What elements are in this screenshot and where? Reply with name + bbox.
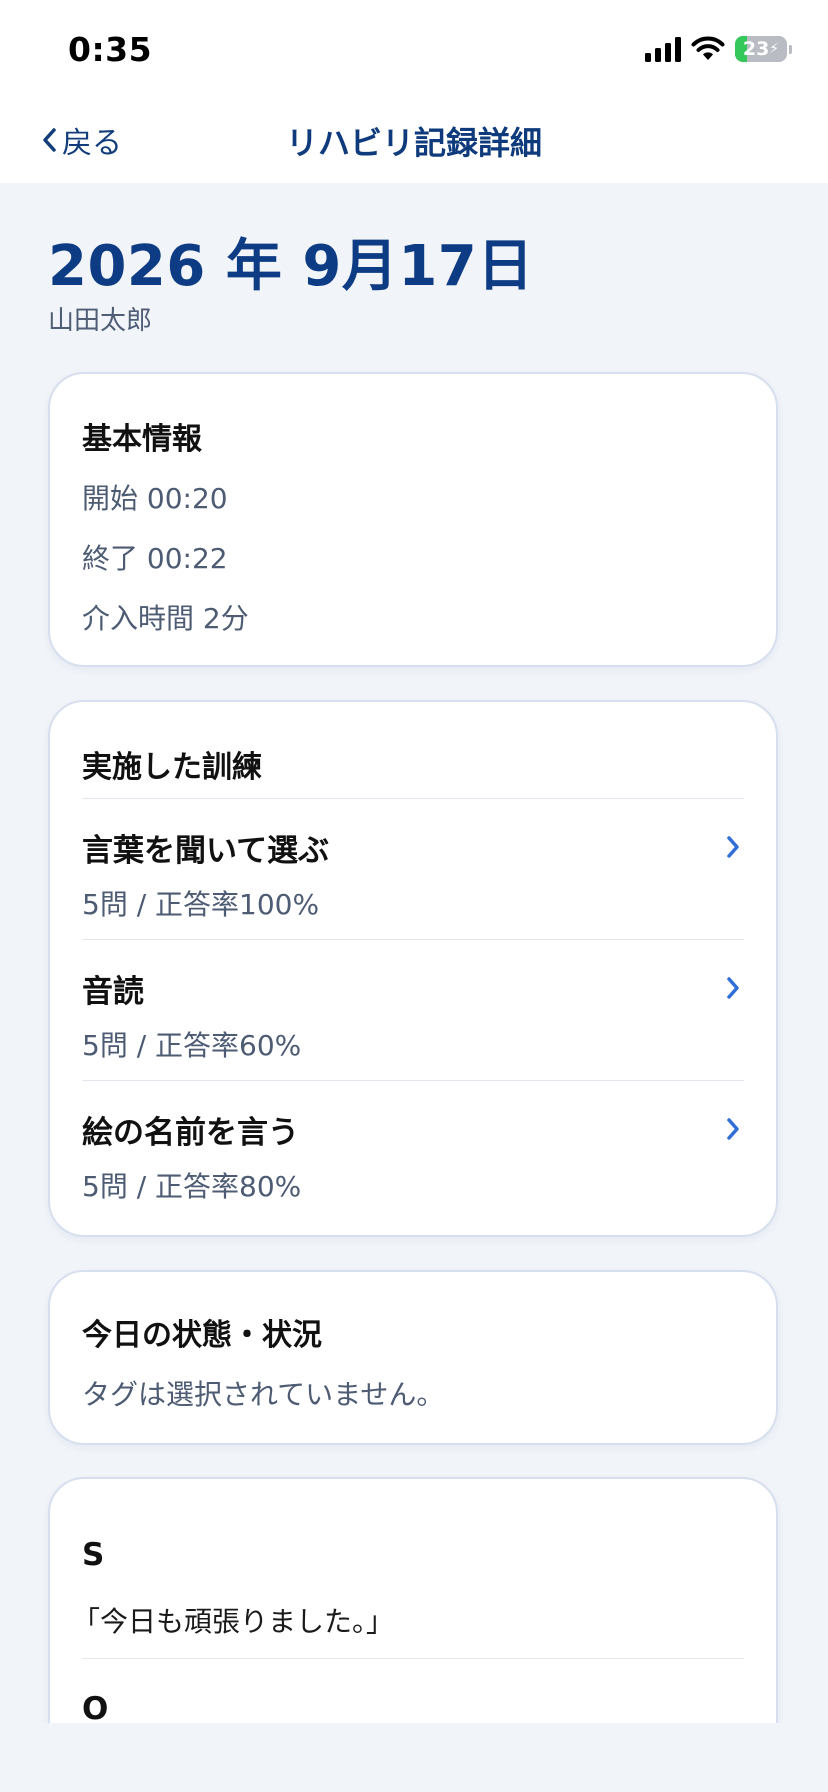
patient-name: 山田太郎: [48, 306, 153, 336]
page-title: リハビリ記録詳細: [285, 124, 542, 162]
training-item-name: 絵の名前を言う: [82, 1115, 299, 1151]
training-item-stat: 5問 / 正答率60%: [82, 1029, 302, 1062]
training-item-stat: 5問 / 正答率100%: [82, 888, 320, 921]
chevron-right-icon: [727, 977, 739, 999]
end-time: 終了 00:22: [82, 542, 228, 575]
top-bar: 0:35 23 ⚡ 戻る リハビリ記録詳細: [0, 0, 828, 183]
soap-card: S 「今日も頑張りました。」 O: [48, 1477, 778, 1723]
soap-divider: [82, 1658, 744, 1659]
soap-s-text: 「今日も頑張りました。」: [72, 1605, 395, 1638]
cellular-signal-icon: [645, 36, 681, 62]
chevron-right-icon: [727, 836, 739, 858]
screen: 0:35 23 ⚡ 戻る リハビリ記録詳細 2026 年 9月17日 山田太郎 …: [0, 0, 828, 1792]
basic-info-title: 基本情報: [82, 422, 202, 457]
basic-info-card: 基本情報 開始 00:20 終了 00:22 介入時間 2分: [48, 372, 778, 667]
training-item-read-aloud[interactable]: 音読 5問 / 正答率60%: [82, 939, 744, 1080]
condition-title: 今日の状態・状況: [82, 1318, 322, 1353]
soap-s-label: S: [82, 1537, 105, 1573]
training-title: 実施した訓練: [82, 750, 262, 785]
chevron-right-icon: [727, 1118, 739, 1140]
intervention-duration: 介入時間 2分: [82, 602, 249, 635]
soap-o-label: O: [82, 1691, 109, 1723]
condition-card: 今日の状態・状況 タグは選択されていません。: [48, 1270, 778, 1445]
scroll-content[interactable]: 2026 年 9月17日 山田太郎 基本情報 開始 00:20 終了 00:22…: [0, 183, 828, 1723]
battery-percent: 23 ⚡: [742, 37, 780, 60]
record-date: 2026 年 9月17日: [48, 234, 534, 299]
training-item-stat: 5問 / 正答率80%: [82, 1170, 302, 1203]
status-time: 0:35: [68, 30, 153, 69]
training-item-name: 音読: [82, 974, 144, 1010]
start-time: 開始 00:20: [82, 482, 228, 515]
training-item-listen-choose[interactable]: 言葉を聞いて選ぶ 5問 / 正答率100%: [82, 798, 744, 939]
training-card: 実施した訓練 言葉を聞いて選ぶ 5問 / 正答率100% 音読 5問 / 正答率…: [48, 700, 778, 1237]
training-item-picture-naming[interactable]: 絵の名前を言う 5問 / 正答率80%: [82, 1080, 744, 1221]
status-icons: 23 ⚡: [645, 34, 792, 64]
battery-cap: [789, 44, 792, 54]
battery-icon: 23 ⚡: [735, 36, 787, 62]
condition-tags-empty: タグは選択されていません。: [82, 1378, 445, 1411]
training-item-name: 言葉を聞いて選ぶ: [82, 833, 330, 869]
wifi-icon: [691, 36, 725, 60]
